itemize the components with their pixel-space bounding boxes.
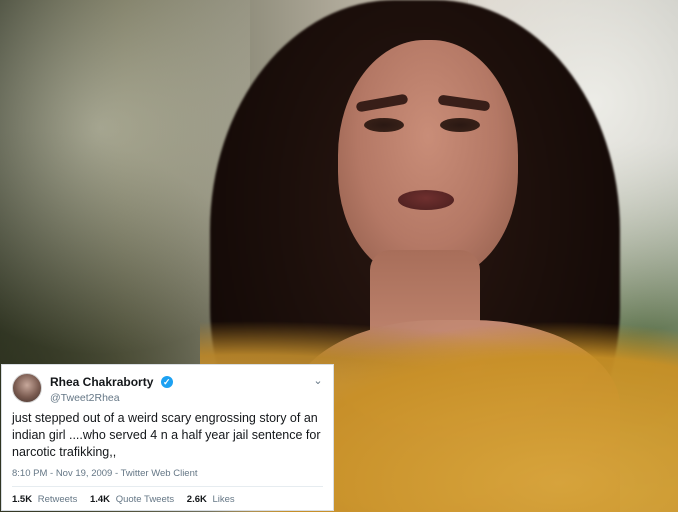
avatar[interactable] [12,373,42,403]
author-info[interactable]: Rhea Chakraborty ✓ @Tweet2Rhea [50,373,299,405]
chevron-down-icon[interactable]: ⌄ [313,376,323,387]
tweet-text: just stepped out of a weird scary engros… [12,411,321,459]
likes-count: 2.6K [186,494,207,505]
quote-tweets-count: 1.4K [89,494,111,505]
likes-stat[interactable]: 2.6K Likes [187,494,235,505]
quote-tweets-stat[interactable]: 1.4K Quote Tweets [90,494,174,505]
retweets-stat[interactable]: 1.5K Retweets [12,494,77,505]
tweet-header: Rhea Chakraborty ✓ @Tweet2Rhea ⌄ [12,373,323,407]
face [338,40,518,280]
display-name[interactable]: Rhea Chakraborty [50,375,153,389]
lips [398,190,454,210]
quote-tweets-label: Quote Tweets [115,494,175,505]
tweet-stats: 1.5K Retweets 1.4K Quote Tweets 2.6K Lik… [12,494,245,505]
likes-label: Likes [212,494,235,505]
verified-badge-icon: ✓ [160,375,173,388]
left-eye [364,118,404,132]
tweet-card[interactable]: Rhea Chakraborty ✓ @Tweet2Rhea ⌄ just st… [1,364,334,511]
retweets-count: 1.5K [12,494,33,505]
handle[interactable]: @Tweet2Rhea [50,391,299,405]
divider [12,486,323,487]
retweets-label: Retweets [37,494,78,505]
right-eye [440,118,480,132]
tweet-timestamp[interactable]: 8:10 PM - Nov 19, 2009 - Twitter Web Cli… [12,468,198,479]
